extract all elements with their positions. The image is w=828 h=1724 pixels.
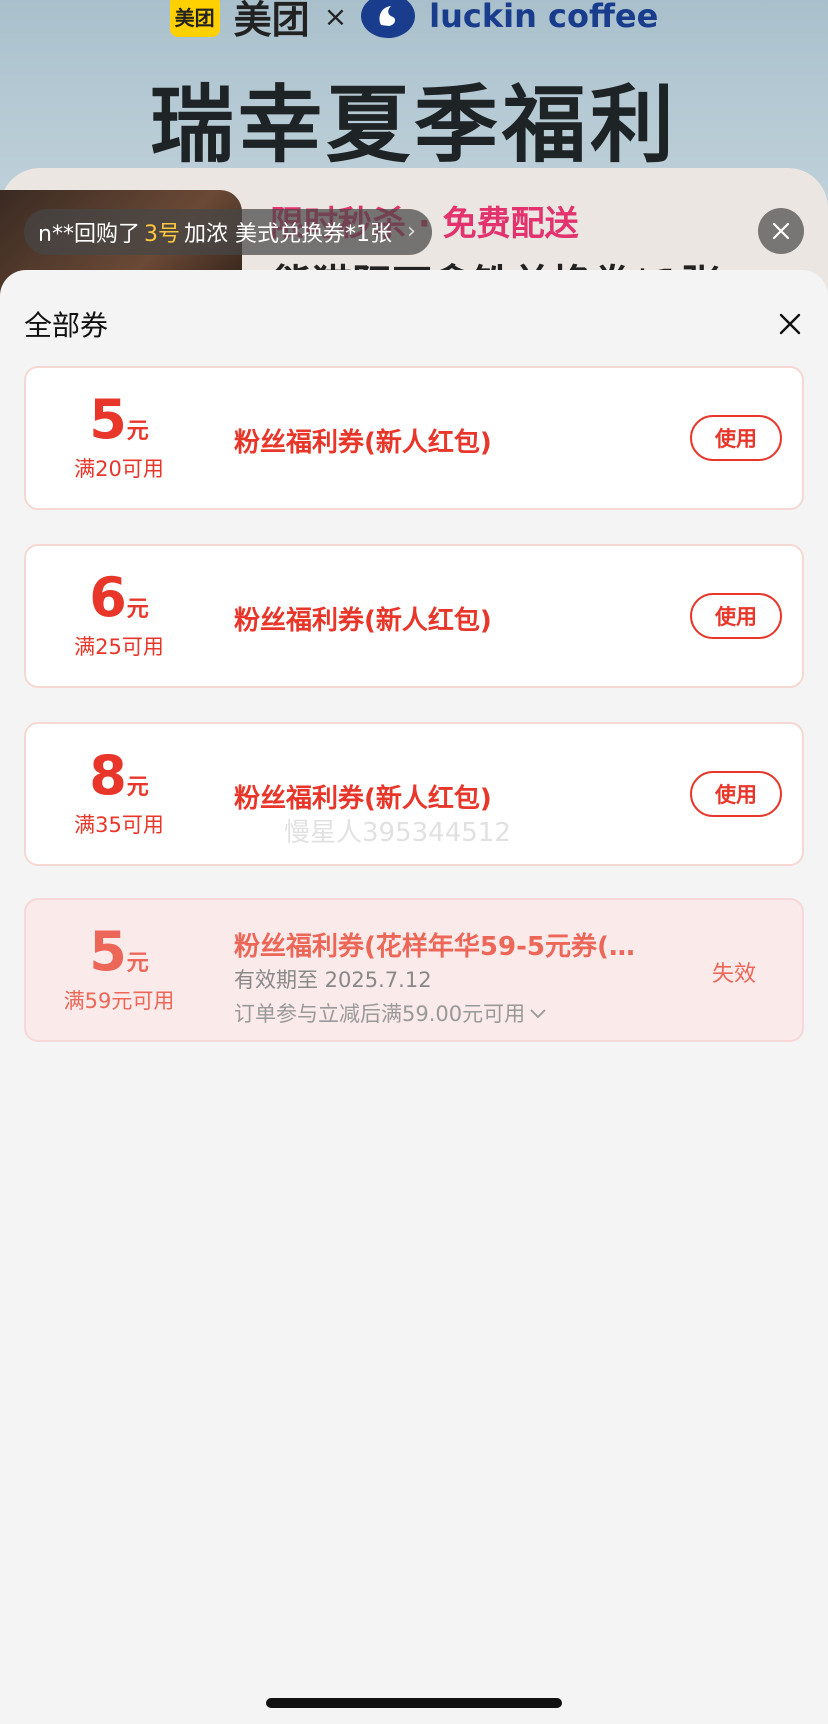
luckin-deer-icon xyxy=(361,0,416,38)
sheet-title: 全部券 xyxy=(24,309,109,342)
coupon-amount-box: 5元 满59元可用 xyxy=(26,900,212,1040)
coupon-name: 粉丝福利券(新人红包) xyxy=(234,428,492,458)
coupon-amount-value: 5 xyxy=(89,388,127,451)
meituan-logo: 美团 xyxy=(169,0,220,37)
coupon-condition: 满25可用 xyxy=(74,635,164,659)
coupon-sheet: 全部券 5元 满20可用 粉丝福利券(新人红包) 使用 6元 满25可用 粉丝福… xyxy=(0,270,828,1724)
collab-cross: × xyxy=(323,0,348,33)
coupon-amount-box: 8元 满35可用 xyxy=(26,724,212,864)
purchase-ticker[interactable]: n**回购了 3号 加浓 美式兑换券*1张 › xyxy=(24,209,432,255)
meituan-wordmark: 美团 xyxy=(233,0,310,42)
brand-row: 美团 美团 × luckin coffee xyxy=(0,0,828,42)
home-indicator xyxy=(266,1698,562,1708)
coupon-amount-box: 6元 满25可用 xyxy=(26,546,212,686)
chevron-right-icon: › xyxy=(407,219,416,244)
coupon-amount-value: 5 xyxy=(89,920,127,983)
use-coupon-button[interactable]: 使用 xyxy=(690,415,782,461)
sheet-header: 全部券 xyxy=(0,270,828,378)
page: 美团 美团 × luckin coffee 瑞幸夏季福利 限时秒杀 · 免费配送… xyxy=(0,0,828,1724)
coupon-rule-text: 订单参与立减后满59.00元可用 xyxy=(234,1002,526,1026)
coupon-name: 粉丝福利券(新人红包) xyxy=(234,606,492,636)
ticker-suffix: 加浓 美式兑换券*1张 xyxy=(183,222,392,247)
close-icon xyxy=(779,313,801,335)
coupon-condition: 满20可用 xyxy=(74,457,164,481)
ticker-prefix: n**回购了 xyxy=(38,222,140,247)
coupon-card: 6元 满25可用 粉丝福利券(新人红包) 使用 xyxy=(24,544,804,688)
watermark: 慢星人395344512 xyxy=(284,818,511,848)
banner-close-button[interactable] xyxy=(758,208,804,254)
coupon-amount: 5元 xyxy=(89,925,149,979)
coupon-amount-value: 6 xyxy=(89,566,127,629)
coupon-validity: 有效期至 2025.7.12 xyxy=(234,968,432,992)
ticker-highlight: 3号 xyxy=(143,222,180,247)
coupon-amount-unit: 元 xyxy=(126,775,149,800)
chevron-down-icon xyxy=(530,1009,546,1019)
coupon-condition: 满59元可用 xyxy=(63,989,175,1013)
expired-coupon-card: 5元 满59元可用 粉丝福利券(花样年华59-5元券(… 有效期至 2025.7… xyxy=(24,898,804,1042)
coupon-amount-box: 5元 满20可用 xyxy=(26,368,212,508)
close-icon xyxy=(772,222,790,240)
expired-status: 失效 xyxy=(712,962,757,987)
coupon-amount-unit: 元 xyxy=(126,419,149,444)
banner-title: 瑞幸夏季福利 xyxy=(149,76,678,174)
coupon-amount-value: 8 xyxy=(89,744,127,807)
use-coupon-button[interactable]: 使用 xyxy=(690,771,782,817)
coupon-card: 5元 满20可用 粉丝福利券(新人红包) 使用 xyxy=(24,366,804,510)
coupon-amount-unit: 元 xyxy=(126,951,149,976)
sheet-close-button[interactable] xyxy=(774,308,806,340)
coupon-amount: 8元 xyxy=(89,749,149,803)
coupon-amount-unit: 元 xyxy=(126,597,149,622)
coupon-rule-toggle[interactable]: 订单参与立减后满59.00元可用 xyxy=(234,998,547,1028)
coupon-amount: 6元 xyxy=(89,571,149,625)
use-coupon-button[interactable]: 使用 xyxy=(690,593,782,639)
coupon-name: 粉丝福利券(新人红包) xyxy=(234,784,492,814)
luckin-wordmark: luckin coffee xyxy=(429,0,659,35)
coupon-name: 粉丝福利券(花样年华59-5元券(… xyxy=(234,932,635,962)
coupon-amount: 5元 xyxy=(89,393,149,447)
coupon-condition: 满35可用 xyxy=(74,813,164,837)
